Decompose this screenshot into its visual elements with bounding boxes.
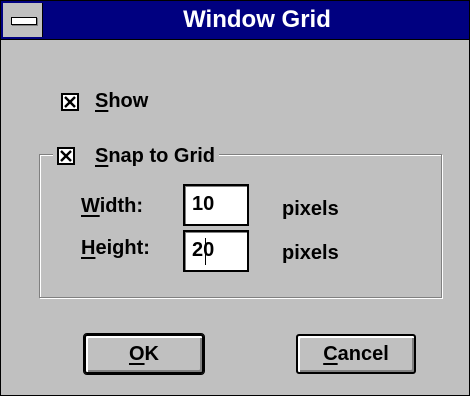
width-label-rest: idth: [99, 195, 144, 217]
cancel-button[interactable]: Cancel [296, 334, 416, 374]
cancel-button-mnemonic: C [323, 343, 338, 365]
height-label: Height: [81, 237, 150, 260]
system-menu-icon [11, 17, 37, 25]
height-label-rest: eight: [95, 237, 150, 259]
snap-to-grid-label[interactable]: Snap to Grid [57, 144, 215, 168]
system-menu-button[interactable] [3, 3, 43, 37]
width-input-value: 10 [192, 193, 215, 215]
width-unit: pixels [282, 198, 339, 220]
height-input[interactable]: 20 [183, 230, 249, 272]
title-bar[interactable]: Window Grid [1, 1, 469, 40]
check-x-icon [64, 96, 76, 108]
window-title: Window Grid [183, 6, 331, 33]
show-checkbox[interactable] [61, 93, 79, 111]
width-input[interactable]: 10 [183, 184, 249, 226]
snap-to-grid-label-rest: nap to Grid [108, 145, 216, 167]
show-label-rest: how [108, 90, 149, 112]
text-caret [205, 238, 206, 265]
show-label-mnemonic: S [95, 90, 109, 112]
height-label-mnemonic: H [81, 237, 96, 259]
cancel-button-rest: ancel [337, 343, 389, 365]
width-label: Width: [81, 195, 143, 218]
width-label-mnemonic: W [81, 195, 100, 217]
ok-button-rest: K [144, 343, 159, 365]
height-input-value: 20 [192, 239, 215, 261]
window-grid-dialog: Window Grid Show Snap to Grid Width: 10 … [0, 0, 470, 396]
snap-to-grid-label-mnemonic: S [95, 145, 109, 167]
snap-to-grid-legend: Snap to Grid [53, 144, 220, 168]
snap-to-grid-group [39, 154, 442, 298]
height-unit: pixels [282, 242, 339, 264]
show-label[interactable]: Show [95, 90, 148, 113]
ok-button-mnemonic: O [128, 343, 145, 365]
ok-button[interactable]: OK [83, 333, 205, 375]
